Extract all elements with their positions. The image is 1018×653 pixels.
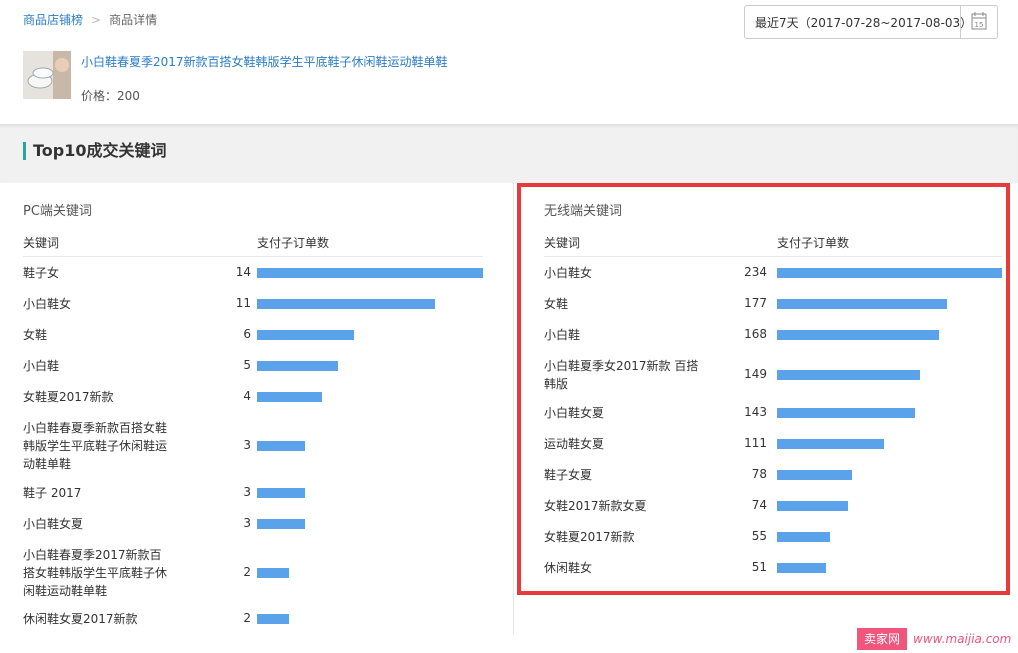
- pc-order-bar: [257, 330, 354, 340]
- pc-keyword: 小白鞋: [23, 359, 60, 373]
- calendar-button[interactable]: 15: [960, 6, 997, 38]
- watermark-logo: 卖家网: [857, 628, 907, 650]
- calendar-icon: 15: [971, 12, 987, 30]
- pc-order-count: 3: [243, 485, 251, 499]
- pc-keyword: 小白鞋女: [23, 297, 72, 311]
- panel-divider: [513, 183, 514, 635]
- date-range-label[interactable]: 最近7天（2017-07-28~2017-08-03）: [755, 14, 972, 31]
- pc-order-count: 4: [243, 389, 251, 403]
- pc-order-bar: [257, 488, 305, 498]
- breadcrumb-current: 商品详情: [109, 13, 158, 27]
- breadcrumb-link-shop-rank[interactable]: 商品店铺榜: [23, 13, 83, 27]
- product-title-link[interactable]: 小白鞋春夏季2017新款百搭女鞋韩版学生平底鞋子休闲鞋运动鞋单鞋: [81, 53, 448, 70]
- pc-order-count: 6: [243, 327, 251, 341]
- pc-order-bar: [257, 519, 305, 529]
- section-title: Top10成交关键词: [23, 142, 167, 160]
- product-price: 价格：200: [81, 89, 140, 103]
- pc-order-count: 5: [243, 358, 251, 372]
- pc-header-line: [23, 256, 483, 257]
- pc-order-count: 3: [243, 516, 251, 530]
- pc-keyword: 女鞋: [23, 328, 48, 342]
- pc-panel-title: PC端关键词: [23, 204, 92, 219]
- breadcrumb-separator: >: [91, 13, 102, 27]
- pc-order-bar: [257, 568, 289, 578]
- pc-keyword: 小白鞋春夏季2017新款百搭女鞋韩版学生平底鞋子休闲鞋运动鞋单鞋: [23, 548, 168, 598]
- pc-keyword: 休闲鞋女夏2017新款: [23, 612, 138, 626]
- date-range-picker[interactable]: 最近7天（2017-07-28~2017-08-03） 15: [744, 5, 998, 39]
- product-thumbnail[interactable]: [23, 51, 71, 99]
- pc-keyword: 鞋子女: [23, 266, 60, 280]
- pc-order-bar: [257, 299, 435, 309]
- pc-keyword: 小白鞋女夏: [23, 517, 84, 531]
- calendar-day: 15: [975, 21, 984, 29]
- pc-keyword: 小白鞋春夏季新款百搭女鞋韩版学生平底鞋子休闲鞋运动鞋单鞋: [23, 421, 168, 471]
- pc-order-count: 11: [235, 296, 251, 310]
- pc-order-bar: [257, 614, 289, 624]
- pc-order-bar: [257, 392, 322, 402]
- pc-header-orders: 支付子订单数: [257, 236, 330, 250]
- pc-order-count: 14: [235, 265, 251, 279]
- pc-order-count: 2: [243, 565, 251, 579]
- breadcrumb: 商品店铺榜 > 商品详情: [23, 11, 157, 28]
- pc-order-bar: [257, 441, 305, 451]
- highlight-box: [517, 183, 1010, 595]
- pc-header-keyword: 关键词: [23, 236, 60, 250]
- pc-order-bar: [257, 268, 483, 278]
- product-header: 商品店铺榜 > 商品详情 最近7天（2017-07-28~2017-08-03） 1…: [0, 0, 1018, 124]
- pc-keyword: 女鞋夏2017新款: [23, 390, 114, 404]
- pc-keyword: 鞋子 2017: [23, 486, 82, 500]
- pc-order-count: 3: [243, 438, 251, 452]
- watermark-url: www.maijia.com: [913, 632, 1012, 646]
- pc-order-bar: [257, 361, 338, 371]
- pc-order-count: 2: [243, 611, 251, 625]
